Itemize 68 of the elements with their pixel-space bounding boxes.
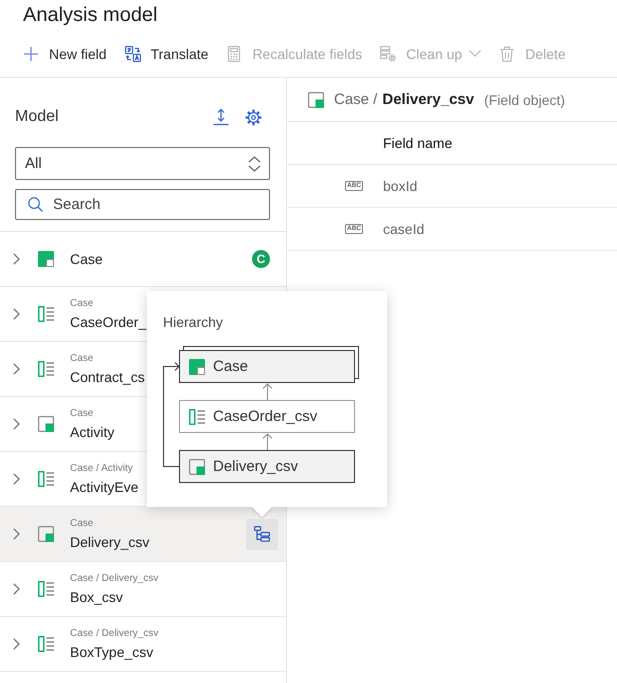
column-header: Field name [383,135,452,151]
chevron-right-icon[interactable] [13,363,20,375]
item-name: Delivery_csv [70,532,150,550]
item-name: Contract_cs [70,368,145,386]
node-label: Case [213,358,248,375]
breadcrumb-parent: Case / [334,91,378,108]
item-name: Activity [70,422,114,440]
item-name: ActivityEve [70,478,138,496]
hierarchy-button[interactable] [246,518,278,550]
item-name: CaseOrder_ [70,312,146,330]
tree-item[interactable]: Case / Delivery_csv Box_csv [0,562,286,617]
item-path: Case [70,352,94,364]
settings-icon[interactable] [245,108,262,126]
chevron-right-icon[interactable] [13,528,20,540]
search-field[interactable]: Search [15,189,270,220]
letter-badge: C [252,250,270,268]
frame-square-icon [38,416,54,432]
frame-square-icon [189,458,205,474]
list-icon [38,361,54,377]
field-name: boxId [383,178,418,194]
list-icon [189,408,205,424]
translate-icon [124,46,141,62]
panel-title: Model [15,108,59,126]
item-name: Box_csv [70,588,123,606]
toolbar-button[interactable]: New field [23,46,107,62]
item-name: Case [70,250,103,268]
hierarchy-icon [254,526,270,542]
frame-square-icon [308,92,324,108]
item-path: Case [70,518,94,530]
search-icon [28,197,43,212]
up-down-chevron-icon [248,156,261,172]
chevron-right-icon[interactable] [13,418,20,430]
filter-dropdown[interactable]: All [15,147,270,180]
tree-item[interactable]: Case C [0,232,286,287]
popover-title: Hierarchy [163,313,223,331]
filled-square-icon [189,358,205,374]
toolbar-button[interactable]: Translate [124,46,208,62]
table-gear-icon [380,46,396,62]
list-icon [38,471,54,487]
connector-arrow [262,383,272,400]
calculator-icon [226,46,242,62]
object-name: Delivery_csv [382,91,474,108]
chevron-right-icon[interactable] [13,253,20,265]
list-icon [38,306,54,322]
chevron-right-icon[interactable] [13,308,20,320]
object-type: (Field object) [484,92,566,108]
item-path: Case / Delivery_csv [70,572,158,584]
chevron-right-icon[interactable] [13,583,20,595]
chevron-down-icon [469,50,482,57]
list-icon [38,581,54,597]
filled-square-icon [38,251,54,267]
field-name: caseId [383,221,424,237]
tree-item[interactable]: Case / Delivery_csv BoxType_csv [0,617,286,672]
list-icon [38,636,54,652]
chevron-right-icon[interactable] [13,638,20,650]
expand-collapse-icon[interactable] [213,108,229,126]
connector-arrow [262,433,272,450]
item-path: Case [70,298,94,310]
page-title: Analysis model [23,3,158,27]
item-name: BoxType_csv [70,642,154,660]
plus-icon [23,46,39,62]
item-path: Case / Activity [70,462,133,474]
chevron-right-icon[interactable] [13,473,20,485]
trash-icon [499,46,516,62]
item-path: Case [70,408,94,420]
frame-square-icon [38,526,54,542]
tree-item[interactable]: Case Delivery_csv [0,507,286,562]
item-path: Case / Delivery_csv [70,628,158,640]
